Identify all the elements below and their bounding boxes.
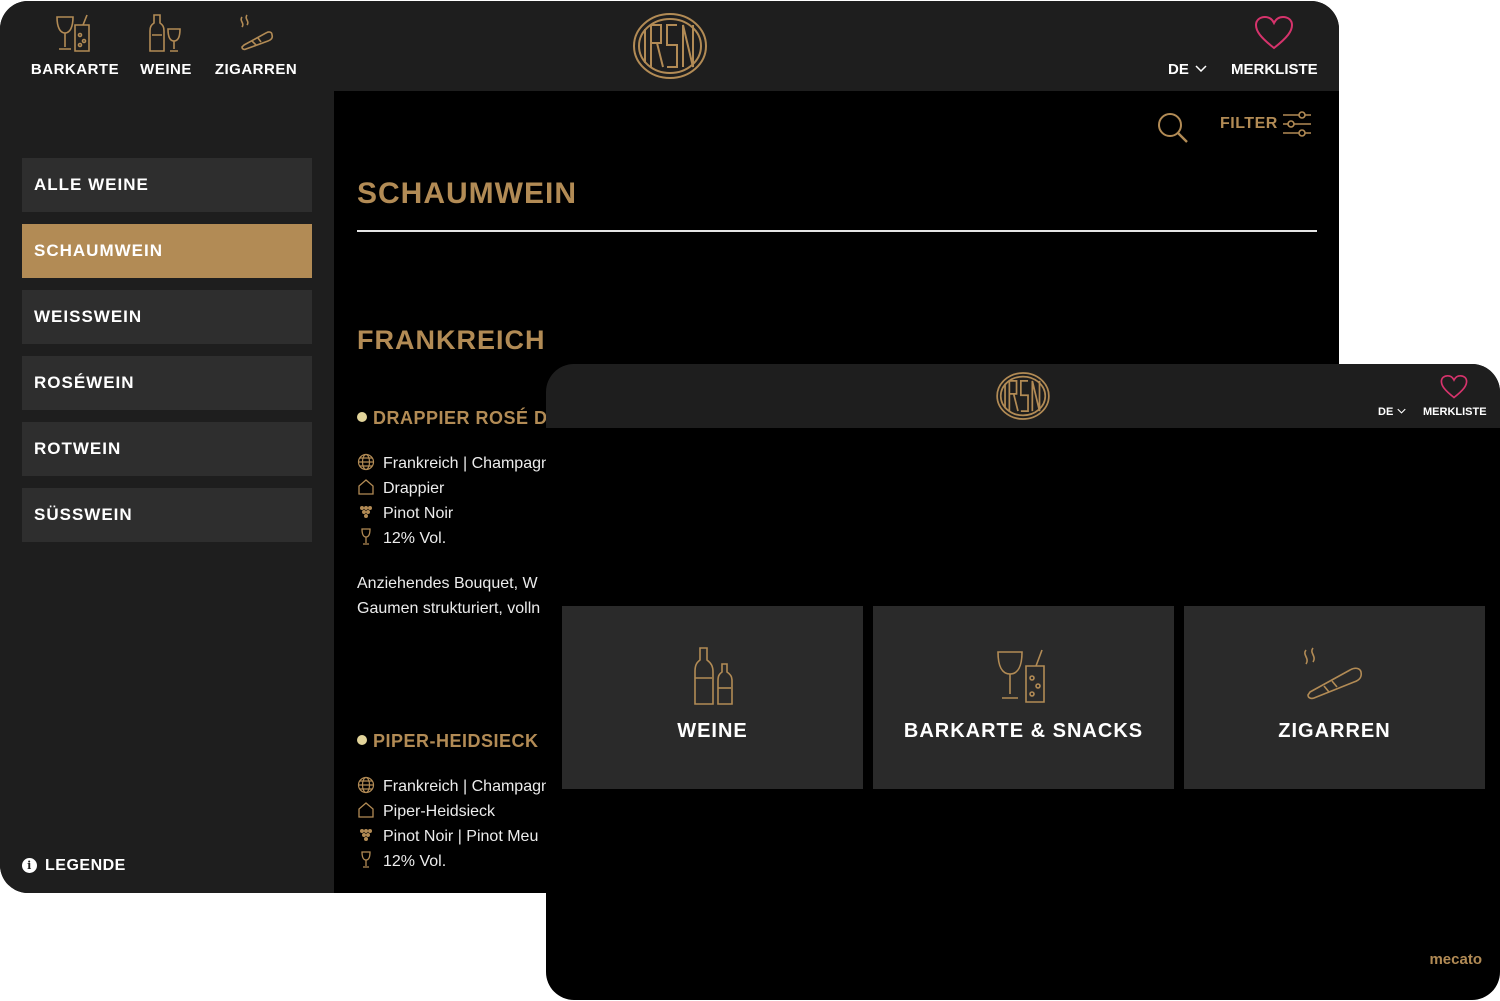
nav-zigarren[interactable]: ZIGARREN [214, 1, 298, 91]
category-rotwein[interactable]: ROTWEIN [22, 422, 312, 476]
top-navigation-bar: DE MERKLISTE [546, 364, 1500, 428]
wine-name-text: PIPER-HEIDSIECK [373, 731, 539, 751]
merkliste-label[interactable]: MERKLISTE [1423, 406, 1487, 418]
nav-weine-label: WEINE [140, 61, 192, 78]
filter-button[interactable]: FILTER [1220, 115, 1278, 133]
section-divider [357, 230, 1317, 232]
house-icon [358, 479, 374, 495]
category-suesswein[interactable]: SÜSSWEIN [22, 488, 312, 542]
tile-zigarren-label: ZIGARREN [1278, 720, 1391, 742]
wine-glass-icon [361, 528, 371, 545]
language-selector[interactable]: DE [1378, 406, 1406, 418]
legend-button[interactable]: i LEGENDE [22, 857, 126, 875]
wine-alcohol-text: 12% Vol. [383, 530, 447, 547]
wine-name[interactable]: DRAPPIER ROSÉ D [357, 408, 548, 429]
category-sidebar: ALLE WEINE SCHAUMWEIN WEISSWEIN ROSÉWEIN… [0, 91, 334, 893]
wine-grape-text: Pinot Noir [383, 505, 454, 522]
nav-zigarren-label: ZIGARREN [214, 61, 298, 78]
wine-alcohol: 12% Vol. [357, 851, 446, 873]
nav-weine[interactable]: WEINE [136, 1, 196, 91]
cocktail-glasses-icon [996, 649, 1045, 703]
nav-barkarte[interactable]: BARKARTE [30, 1, 120, 91]
chevron-down-icon [1397, 408, 1406, 414]
home-menu-screen: DE MERKLISTE WEINE BARKARTE & SNACKS ZIG… [546, 364, 1500, 1000]
brand-mecato: mecato [1429, 951, 1482, 968]
tile-zigarren[interactable]: ZIGARREN [1184, 606, 1485, 789]
wine-origin-text: Frankreich | Champagn [383, 778, 550, 795]
wine-producer: Drappier [357, 478, 444, 500]
wine-origin: Frankreich | Champagn [357, 776, 550, 798]
cigar-icon [240, 14, 274, 51]
wine-description-line2: Gaumen strukturiert, volln [357, 600, 541, 617]
cigar-icon [1303, 647, 1362, 700]
tile-weine-label: WEINE [677, 720, 748, 742]
wine-producer-text: Drappier [383, 480, 445, 497]
language-selector[interactable]: DE [1168, 61, 1207, 78]
category-rosewein[interactable]: ROSÉWEIN [22, 356, 312, 410]
language-label: DE [1378, 406, 1394, 418]
cocktail-glasses-icon [56, 14, 90, 52]
section-title: SCHAUMWEIN [357, 177, 577, 210]
merkliste-label[interactable]: MERKLISTE [1231, 61, 1318, 78]
wine-grape: Pinot Noir | Pinot Meu [357, 826, 538, 848]
category-weisswein[interactable]: WEISSWEIN [22, 290, 312, 344]
house-icon [358, 802, 374, 818]
category-alle-weine[interactable]: ALLE WEINE [22, 158, 312, 212]
wine-bottles-icon [693, 647, 733, 705]
orsini-logo-icon [633, 13, 707, 79]
wine-glass-icon [361, 851, 371, 868]
nav-barkarte-label: BARKARTE [30, 61, 120, 78]
tile-barkarte-snacks[interactable]: BARKARTE & SNACKS [873, 606, 1174, 789]
category-schaumwein[interactable]: SCHAUMWEIN [22, 224, 312, 278]
wine-grape-text: Pinot Noir | Pinot Meu [383, 828, 539, 845]
orsini-logo-icon [996, 372, 1050, 420]
heart-icon[interactable] [1440, 374, 1468, 400]
wine-producer: Piper-Heidsieck [357, 801, 495, 823]
globe-icon [357, 776, 375, 794]
legend-label: LEGENDE [45, 857, 126, 874]
top-navigation-bar: BARKARTE WEINE ZIGARREN DE MERKLISTE [0, 1, 1339, 91]
filter-sliders-icon[interactable] [1282, 109, 1312, 139]
globe-icon [357, 453, 375, 471]
wine-alcohol: 12% Vol. [357, 528, 446, 550]
wine-grape: Pinot Noir [357, 503, 453, 525]
wine-bottle-glass-icon [149, 14, 181, 52]
heart-icon[interactable] [1254, 15, 1294, 51]
grapes-icon [360, 829, 372, 841]
region-title: FRANKREICH [357, 325, 546, 355]
wine-name-text: DRAPPIER ROSÉ D [373, 408, 548, 428]
tile-barkarte-snacks-label: BARKARTE & SNACKS [903, 720, 1144, 742]
availability-dot [357, 412, 367, 422]
search-icon[interactable] [1156, 111, 1190, 145]
wine-origin: Frankreich | Champagn [357, 453, 550, 475]
wine-origin-text: Frankreich | Champagn [383, 455, 550, 472]
availability-dot [357, 735, 367, 745]
language-label: DE [1168, 61, 1189, 78]
grapes-icon [360, 506, 372, 518]
wine-name[interactable]: PIPER-HEIDSIECK [357, 731, 539, 752]
chevron-down-icon [1195, 65, 1207, 72]
wine-alcohol-text: 12% Vol. [383, 853, 447, 870]
wine-description-line1: Anziehendes Bouquet, W [357, 575, 538, 592]
info-icon: i [22, 858, 37, 873]
tile-weine[interactable]: WEINE [562, 606, 863, 789]
wine-producer-text: Piper-Heidsieck [383, 803, 496, 820]
